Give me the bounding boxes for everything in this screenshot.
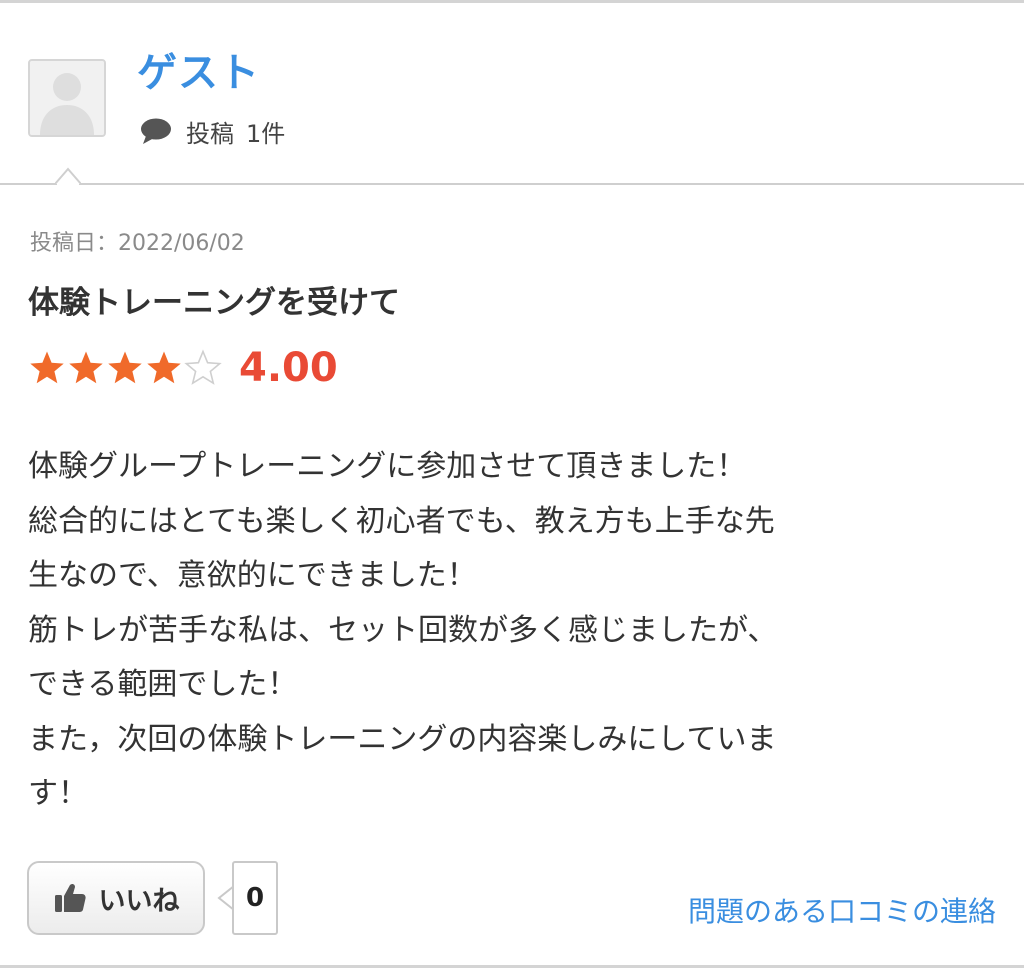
review-body-line: また，次回の体験トレーニングの内容楽しみにしていま xyxy=(28,721,777,757)
user-silhouette-icon xyxy=(30,61,104,135)
star-filled-icon xyxy=(108,351,142,384)
star-empty-icon xyxy=(184,349,222,385)
avatar[interactable] xyxy=(28,59,106,137)
user-header: ゲスト 投稿 1件 xyxy=(0,3,1024,183)
review-body-line: 総合的にはとても楽しく初心者でも、教え方も上手な先 xyxy=(28,503,775,539)
speech-bubble-icon xyxy=(141,118,171,144)
rating-value: 4.00 xyxy=(239,345,338,391)
review-body-line: 体験グループトレーニングに参加させて頂きました！ xyxy=(28,449,747,484)
like-button[interactable]: いいね xyxy=(27,861,205,935)
user-name[interactable]: ゲスト xyxy=(137,45,260,101)
review-body-line: す！ xyxy=(28,776,88,811)
review-body-line: 筋トレが苦手な私は、セット回数が多く感じましたが、 xyxy=(28,612,778,648)
review-card: ゲスト 投稿 1件 投稿日：2022/06/02 体験トレーニングを受けて 4.… xyxy=(0,0,1024,972)
star-filled-icon xyxy=(30,351,64,384)
report-review-link[interactable]: 問題のある口コミの連絡 xyxy=(688,890,996,934)
post-count-label: 投稿 xyxy=(186,119,234,148)
post-count-value: 1件 xyxy=(246,119,286,148)
thumbs-up-icon xyxy=(54,883,86,912)
star-rating xyxy=(28,349,223,387)
star-filled-icon xyxy=(147,351,181,384)
like-label: いいね xyxy=(98,885,180,917)
review-body-line: 生なので、意欲的にできました！ xyxy=(28,558,477,593)
star-filled-icon xyxy=(69,351,103,384)
divider-notch xyxy=(55,167,81,186)
rating: 4.00 xyxy=(28,342,338,394)
review-body: 体験グループトレーニングに参加させて頂きました！ 総合的にはとても楽しく初心者でも… xyxy=(28,440,998,822)
bottom-border xyxy=(0,965,1024,968)
like-count: 0 xyxy=(232,861,278,935)
post-count: 投稿 1件 xyxy=(140,111,285,151)
review-title: 体験トレーニングを受けて xyxy=(28,285,400,321)
post-date: 投稿日：2022/06/02 xyxy=(30,231,245,256)
header-divider xyxy=(0,183,1024,185)
review-body-line: できる範囲でした！ xyxy=(28,667,298,702)
